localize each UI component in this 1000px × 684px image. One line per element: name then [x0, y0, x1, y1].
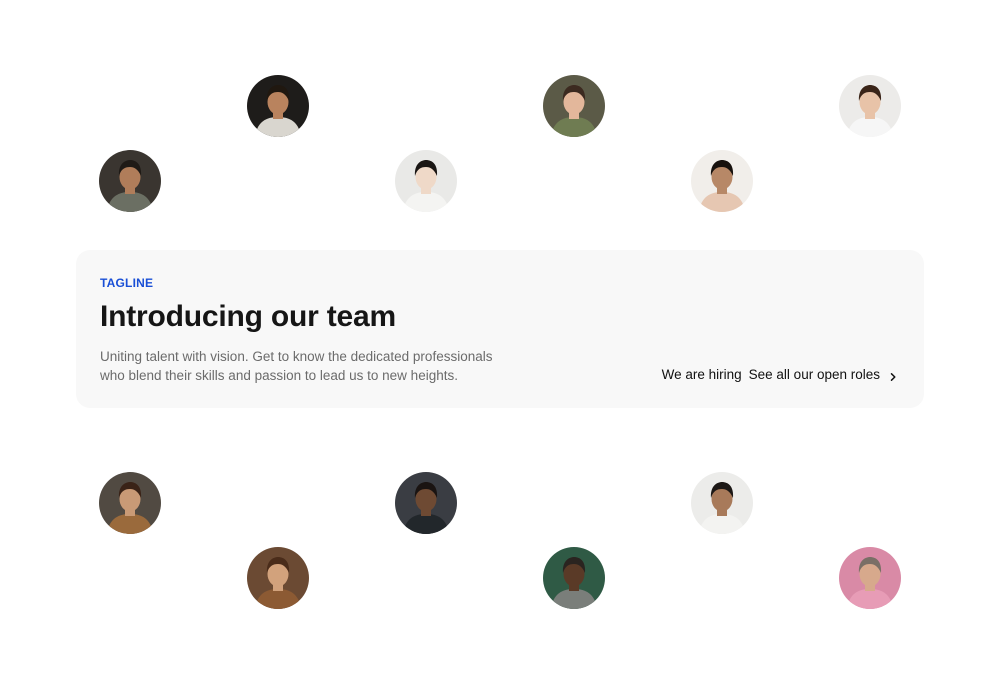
team-description: Uniting talent with vision. Get to know … — [100, 349, 493, 383]
team-member-3 — [395, 150, 457, 212]
team-member-7 — [99, 472, 161, 534]
team-member-11 — [691, 472, 753, 534]
team-member-5 — [691, 150, 753, 212]
chevron-right-icon — [888, 370, 898, 381]
team-member-9 — [395, 472, 457, 534]
team-member-2 — [247, 75, 309, 137]
team-member-12 — [839, 547, 901, 609]
page-title: Introducing our team — [100, 300, 397, 333]
hiring-callout: We are hiring See all our open roles — [662, 367, 898, 382]
team-member-1 — [99, 150, 161, 212]
team-member-10 — [543, 547, 605, 609]
team-member-4 — [543, 75, 605, 137]
team-member-8 — [247, 547, 309, 609]
hiring-label: We are hiring — [661, 367, 742, 382]
tagline: TAGLINE — [100, 276, 154, 290]
open-roles-link[interactable]: See all our open roles — [749, 367, 898, 382]
team-member-6 — [839, 75, 901, 137]
team-intro-card: TAGLINE Introducing our team Uniting tal… — [76, 250, 924, 408]
open-roles-link-label: See all our open roles — [748, 367, 880, 382]
